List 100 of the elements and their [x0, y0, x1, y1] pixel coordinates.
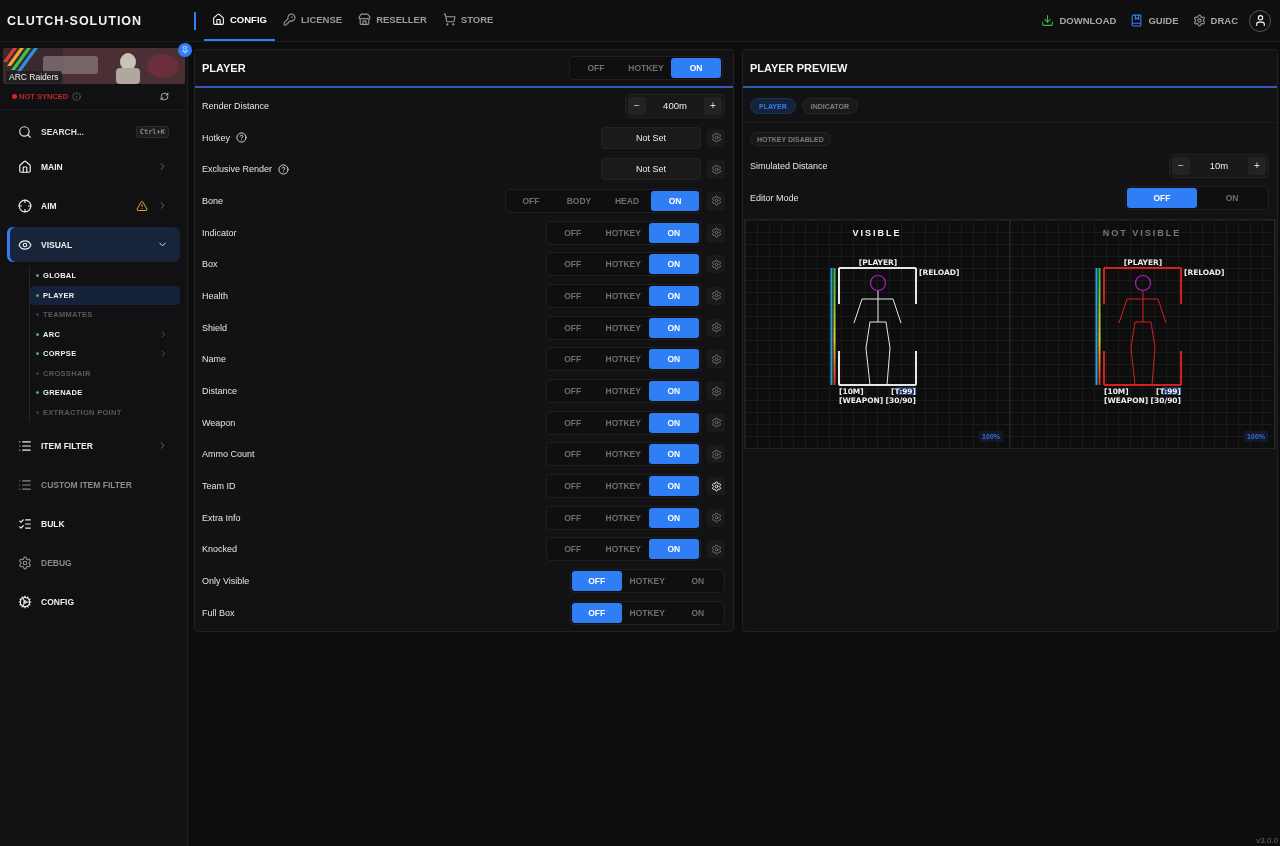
toggle-option[interactable]: OFF [547, 222, 598, 243]
increment-button[interactable]: + [1248, 156, 1266, 175]
toggle-option[interactable]: ON [651, 190, 699, 211]
toggle-option[interactable]: OFF [571, 571, 622, 592]
toggle-option[interactable]: OFF [547, 254, 598, 275]
help-icon[interactable] [236, 132, 247, 144]
nav-tab[interactable]: STORE [434, 0, 502, 41]
toggle-option[interactable]: HOTKEY [598, 349, 649, 370]
toggle-option[interactable]: OFF [547, 381, 598, 402]
toggle-option[interactable]: ON [648, 444, 699, 465]
toggle-option[interactable]: BODY [555, 190, 603, 211]
toggle-option[interactable]: ON [648, 476, 699, 497]
toggle-option[interactable]: OFF [507, 190, 555, 211]
toggle-option[interactable]: OFF [547, 444, 598, 465]
toggle-option[interactable]: HOTKEY [622, 571, 673, 592]
list-icon [18, 438, 32, 453]
canvas-title: VISIBLE [852, 228, 902, 241]
stepper-value: 10m [1208, 160, 1230, 172]
toggle-option[interactable]: ON [648, 349, 699, 370]
toggle-option[interactable]: ON [648, 222, 699, 243]
nav-tab[interactable]: LICENSE [274, 0, 351, 41]
download-icon [1041, 14, 1055, 27]
toggle-option[interactable]: ON [648, 254, 699, 275]
sidebar-item[interactable]: DEBUG [7, 545, 180, 580]
toggle-option[interactable]: OFF [547, 349, 598, 370]
toggle-option[interactable]: HOTKEY [598, 412, 649, 433]
head-circle [1134, 275, 1152, 292]
toggle-option[interactable]: HOTKEY [621, 58, 671, 78]
sidebar-item[interactable]: CUSTOM ITEM FILTER [7, 467, 180, 502]
sidebar-item[interactable]: BULK [7, 506, 180, 541]
setting-label: Only Visible [202, 576, 250, 587]
toggle-option[interactable]: ON [648, 412, 699, 433]
checklist-icon [18, 516, 32, 531]
toggle-option[interactable]: HOTKEY [598, 507, 649, 528]
toggle-option[interactable]: OFF [571, 602, 622, 623]
toggle-option[interactable]: OFF [547, 317, 598, 338]
decrement-button[interactable]: − [1172, 156, 1190, 175]
toggle-option[interactable]: ON [648, 285, 699, 306]
toggle-option[interactable]: ON [672, 602, 723, 623]
pin-icon[interactable] [178, 43, 192, 57]
toggle-option[interactable]: HEAD [603, 190, 651, 211]
setting-label: Team ID [202, 481, 236, 492]
toggle-option[interactable]: OFF [571, 58, 621, 78]
game-name: ARC Raiders [6, 71, 62, 83]
toggle-option[interactable]: OFF [547, 507, 598, 528]
nav-tab[interactable]: CONFIG [204, 0, 275, 41]
version-label: v3.0.0 [1256, 836, 1278, 845]
setting-label: Knocked [202, 544, 238, 555]
toggle-option[interactable]: OFF [547, 285, 598, 306]
sidebar-item[interactable]: VISUAL [7, 227, 180, 262]
setting-label: Simulated Distance [750, 160, 828, 171]
toggle-option[interactable]: HOTKEY [598, 285, 649, 306]
toggle-option[interactable]: HOTKEY [598, 539, 649, 560]
keybind-button[interactable]: Not Set [601, 158, 701, 181]
setting-label: Weapon [202, 417, 236, 428]
info-icon[interactable] [72, 92, 82, 101]
top-link[interactable]: DOWNLOAD [1034, 0, 1124, 41]
toggle-option[interactable]: ON [672, 571, 723, 592]
nav-tab[interactable]: RESELLER [350, 0, 435, 41]
decrement-button[interactable]: − [628, 96, 646, 115]
toggle-option[interactable]: HOTKEY [598, 254, 649, 275]
toggle-option[interactable]: ON [648, 539, 699, 560]
help-icon[interactable] [278, 163, 290, 175]
toggle-option[interactable]: ON [648, 317, 699, 338]
setting-label: Health [202, 290, 228, 301]
store-icon [358, 13, 372, 26]
sidebar-item[interactable]: AIM [7, 188, 180, 223]
setting-label: Box [202, 259, 218, 270]
user-avatar[interactable] [1249, 9, 1271, 32]
app-brand: CLUTCH-SOLUTION [6, 12, 144, 30]
list-icon [18, 477, 32, 492]
toggle-option[interactable]: HOTKEY [598, 444, 649, 465]
toggle-option[interactable]: OFF [547, 412, 598, 433]
key-icon [282, 13, 296, 26]
top-link[interactable]: DRAC [1185, 0, 1245, 41]
toggle-option[interactable]: HOTKEY [622, 602, 673, 623]
setting-label: Name [202, 354, 226, 365]
home-icon [212, 13, 225, 26]
sidebar-item[interactable]: CONFIG [7, 584, 180, 619]
toggle-option[interactable]: OFF [1127, 187, 1197, 208]
sidebar-item[interactable]: MAIN [7, 149, 180, 184]
top-link[interactable]: GUIDE [1123, 0, 1186, 41]
toggle-option[interactable]: ON [648, 381, 699, 402]
sidebar-item[interactable]: ITEM FILTER [7, 428, 180, 463]
settings-icon[interactable] [707, 477, 725, 496]
toggle-option[interactable]: ON [648, 507, 699, 528]
keybind-button[interactable]: Not Set [601, 126, 701, 149]
toggle-option[interactable]: OFF [547, 476, 598, 497]
toggle-option[interactable]: ON [671, 58, 721, 78]
toggle-option[interactable]: HOTKEY [598, 317, 649, 338]
toggle-option[interactable]: HOTKEY [598, 476, 649, 497]
settings-icon [1192, 14, 1206, 27]
book-icon [1130, 14, 1144, 27]
toggle-option[interactable]: HOTKEY [598, 222, 649, 243]
toggle-option[interactable]: HOTKEY [598, 381, 649, 402]
toggle-option[interactable]: OFF [547, 539, 598, 560]
toggle-option[interactable]: ON [1197, 187, 1267, 208]
refresh-icon[interactable] [160, 92, 169, 101]
setting-label: Editor Mode [750, 192, 799, 203]
increment-button[interactable]: + [704, 96, 722, 115]
